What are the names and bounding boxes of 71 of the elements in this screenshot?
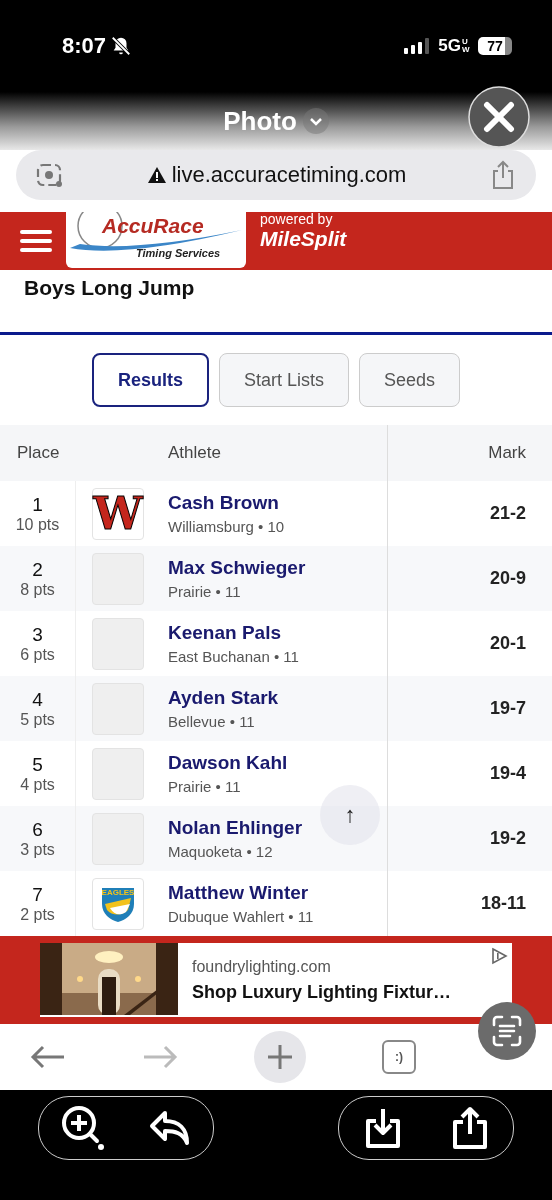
team-grade: Williamsburg • 10	[168, 518, 285, 535]
reply-icon[interactable]	[149, 1109, 191, 1147]
url-text: live.accuracetiming.com	[171, 162, 407, 188]
menu-icon[interactable]	[20, 229, 52, 253]
points-text: 5 pts	[20, 710, 55, 729]
partner-logo[interactable]: MileSplit	[260, 227, 347, 251]
team-grade: Prairie • 11	[168, 778, 242, 795]
powered-by-label: powered by	[260, 212, 333, 227]
column-header: Place	[16, 443, 61, 463]
points-text: 2 pts	[20, 905, 55, 924]
mark-value: 20-1	[489, 633, 526, 653]
zoom-in-icon[interactable]	[61, 1105, 105, 1151]
tab[interactable]: Start Lists	[218, 353, 349, 407]
athlete-name[interactable]: Nolan Ehlinger	[168, 817, 303, 839]
share-icon[interactable]	[450, 1106, 489, 1150]
mark-value: 21-2	[489, 503, 526, 523]
download-icon[interactable]	[363, 1107, 402, 1149]
back-arrow-icon[interactable]	[30, 1044, 66, 1070]
ad-domain: foundrylighting.com	[192, 957, 332, 976]
points-text: 6 pts	[20, 645, 55, 664]
place-number: 2	[32, 558, 43, 581]
team-logo: EAGLES	[92, 877, 144, 930]
points-text: 10 pts	[15, 515, 60, 534]
tab[interactable]: Seeds	[359, 353, 461, 407]
ad-headline: Shop Luxury Lighting Fixtur…	[192, 981, 451, 1003]
place-number: 6	[32, 818, 43, 841]
points-text: 4 pts	[20, 775, 55, 794]
team-grade: Dubuque Wahlert • 11	[168, 908, 314, 925]
new-tab-button[interactable]	[254, 1031, 306, 1083]
accurace-logo[interactable]: AccuRace Timing Services	[66, 212, 246, 268]
athlete-name[interactable]: Max Schwieger	[168, 557, 306, 579]
scan-text-button[interactable]	[478, 1002, 536, 1060]
place-number: 4	[32, 688, 43, 711]
signal-icon	[404, 38, 431, 54]
clock: 8:07	[62, 33, 107, 59]
athlete-name[interactable]: Ayden Stark	[168, 687, 279, 709]
battery-indicator: 77	[478, 37, 512, 55]
logo-placeholder	[92, 617, 144, 670]
logo-placeholder	[92, 747, 144, 800]
viewer-title: Photo	[223, 105, 297, 137]
place-number: 7	[32, 883, 43, 906]
place-number: 3	[32, 623, 43, 646]
tab[interactable]: Results	[91, 353, 209, 407]
mark-value: 20-9	[489, 568, 526, 588]
team-grade: Maquoketa • 12	[168, 843, 274, 860]
athlete-name[interactable]: Cash Brown	[168, 492, 285, 514]
mark-value: 19-7	[489, 698, 526, 718]
team-grade: Prairie • 11	[168, 583, 242, 600]
points-text: 3 pts	[20, 840, 55, 859]
team-logo: W	[92, 487, 144, 540]
mark-value: 18-11	[480, 893, 526, 913]
team-grade: East Buchanan • 11	[168, 648, 299, 665]
column-header: Mark	[487, 443, 527, 463]
athlete-name[interactable]: Keenan Pals	[168, 622, 299, 644]
page-title: Boys Long Jump	[24, 276, 195, 300]
address-bar[interactable]: live.accuracetiming.com	[16, 150, 536, 200]
mark-value: 19-4	[489, 763, 526, 783]
team-grade: Bellevue • 11	[168, 713, 256, 730]
close-button[interactable]	[468, 86, 530, 148]
ad-choices-icon[interactable]	[490, 947, 508, 965]
scroll-to-top-button[interactable]: ↑	[320, 785, 380, 845]
place-number: 1	[32, 493, 43, 516]
tabs-button[interactable]: :)	[382, 1040, 416, 1074]
place-number: 5	[32, 753, 43, 776]
mark-value: 19-2	[489, 828, 526, 848]
camera-scan-icon[interactable]	[36, 161, 64, 189]
chevron-down-icon[interactable]	[302, 108, 329, 134]
athlete-name[interactable]: Matthew Winter	[168, 882, 314, 904]
points-text: 8 pts	[20, 580, 55, 599]
ad-banner[interactable]: foundrylighting.com Shop Luxury Lighting Fixtur…	[40, 943, 512, 1017]
athlete-name[interactable]: Dawson Kahl	[168, 752, 288, 774]
